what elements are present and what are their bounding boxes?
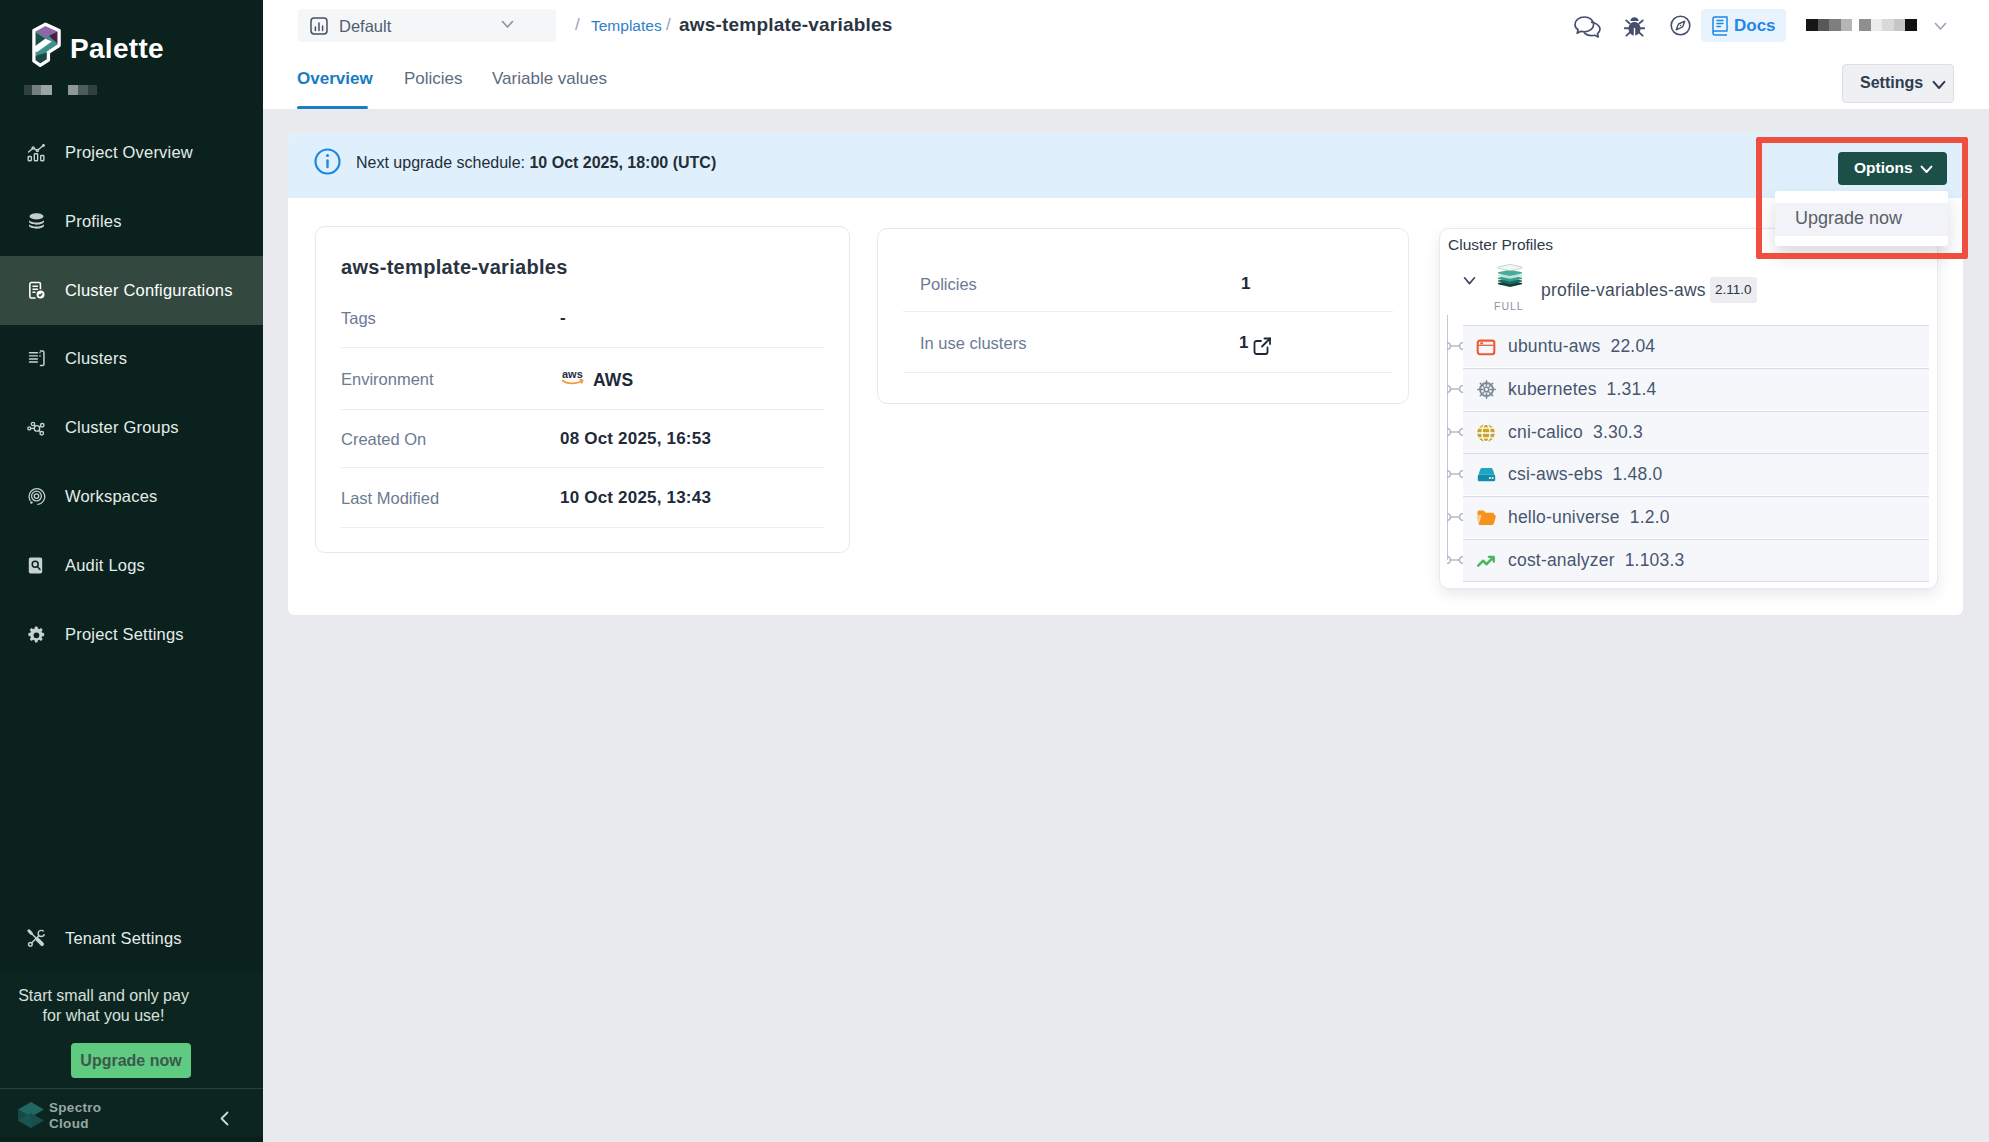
svg-text:aws: aws — [562, 368, 583, 380]
